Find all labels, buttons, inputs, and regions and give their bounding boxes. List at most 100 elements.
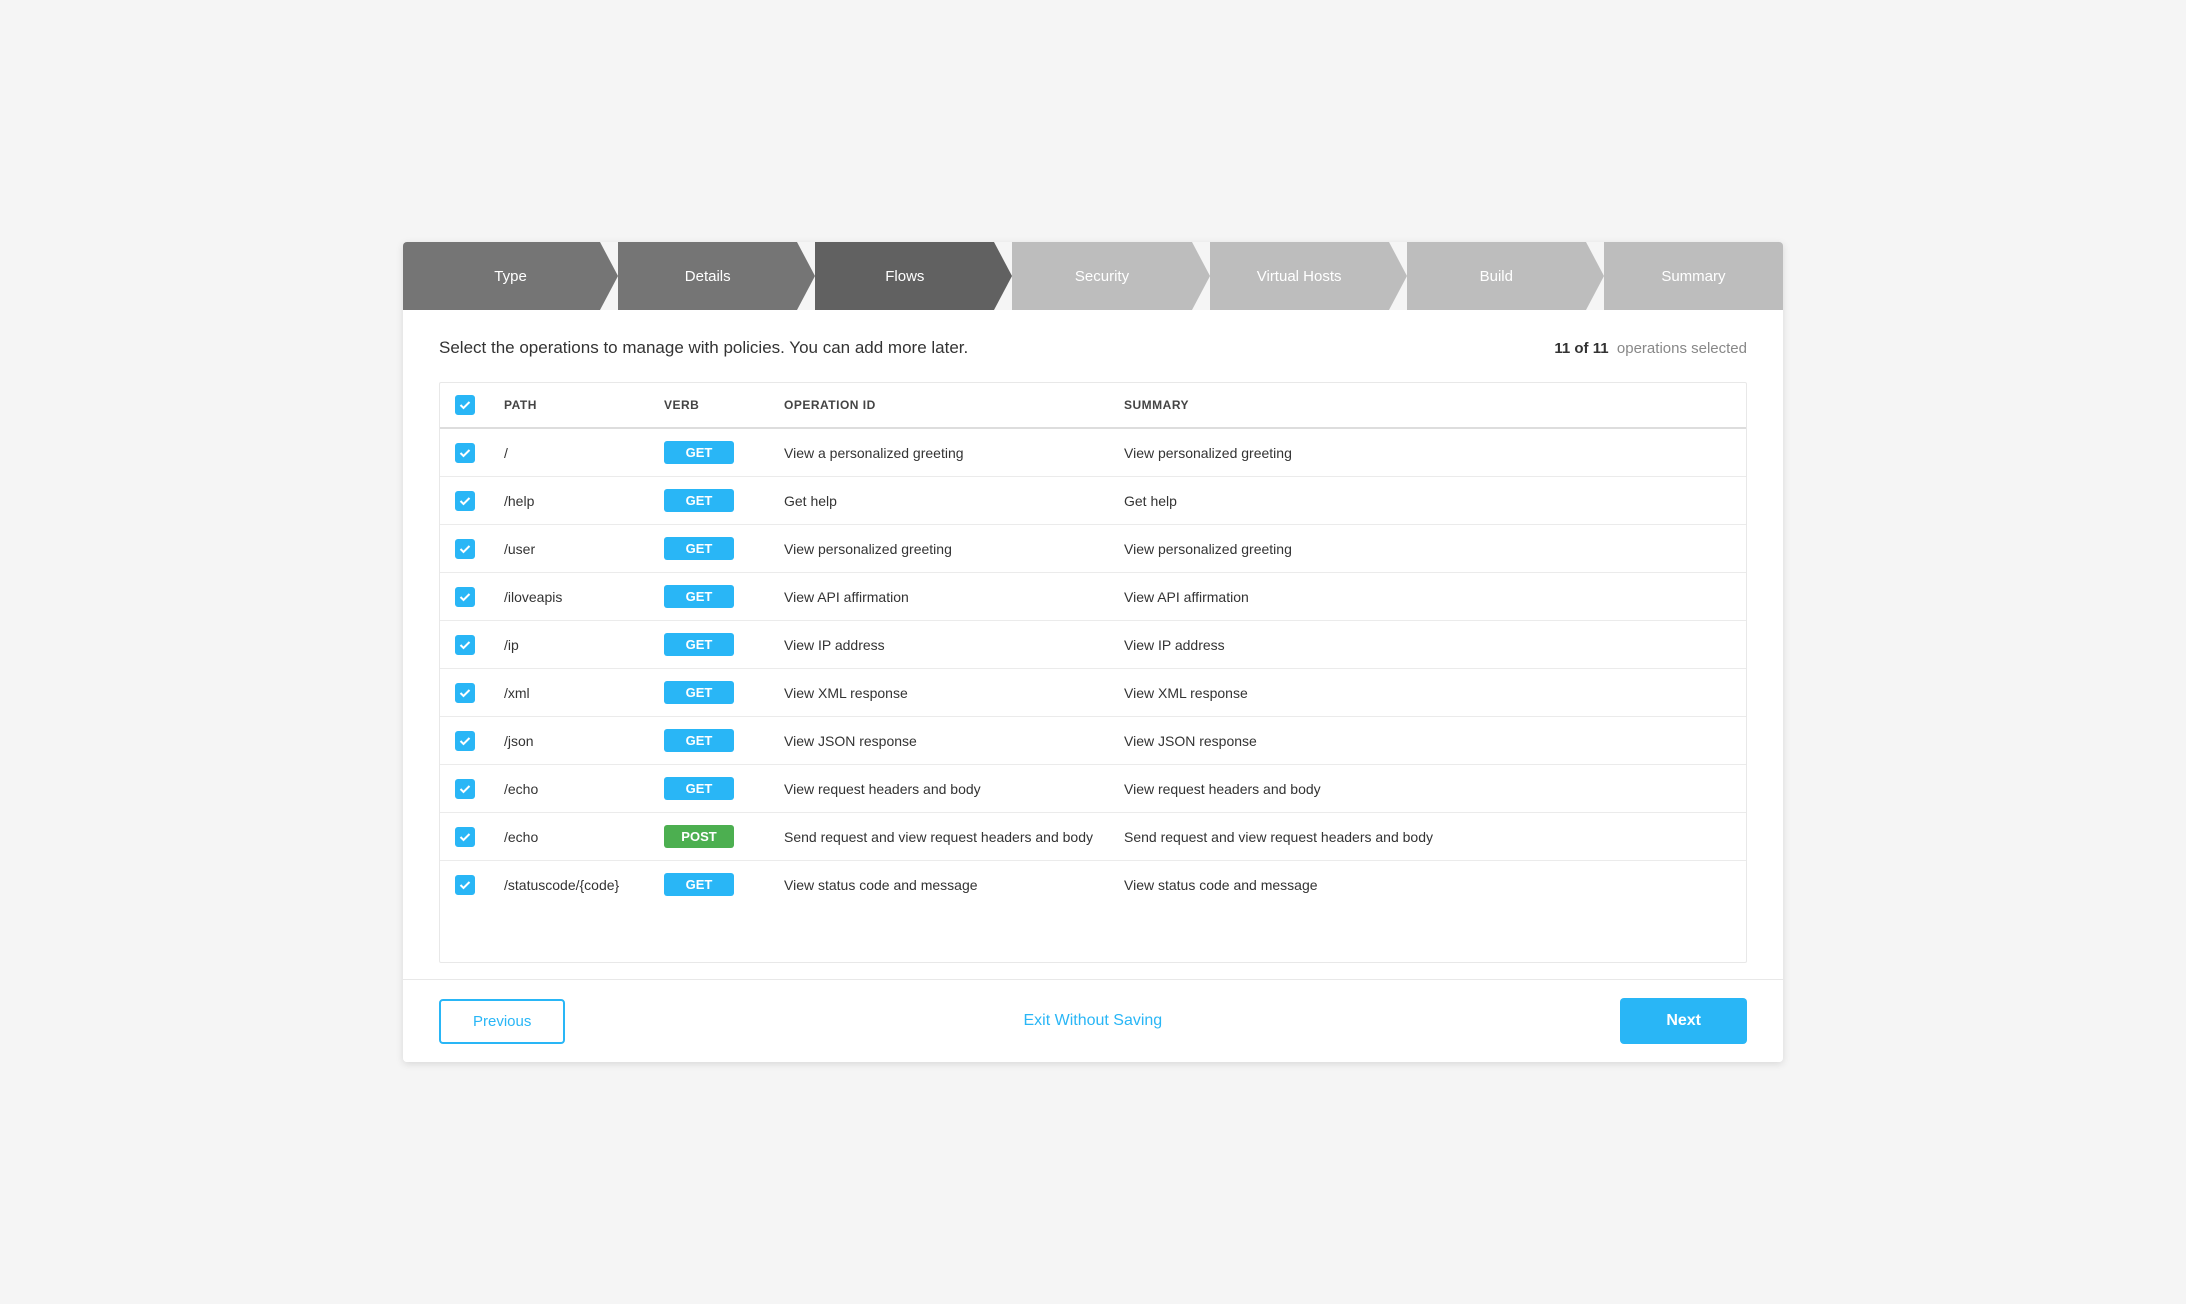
row-checkbox-cell[interactable] [440, 428, 490, 477]
row-path: /xml [490, 669, 650, 717]
row-verb: GET [650, 428, 770, 477]
operations-count: 11 of 11 operations selected [1554, 340, 1747, 357]
previous-button[interactable]: Previous [439, 999, 565, 1044]
step-security[interactable]: Security [994, 242, 1191, 310]
row-path: /ip [490, 621, 650, 669]
row-path: /echo [490, 765, 650, 813]
table-row: /statuscode/{code} GET View status code an… [440, 861, 1746, 909]
row-summary: View request headers and body [1110, 765, 1746, 813]
table-row: /echoPOSTSend request and view request h… [440, 813, 1746, 861]
step-summary-label: Summary [1661, 268, 1725, 285]
operations-table-wrapper: PATH VERB OPERATION ID SUMMARY /GETView … [439, 382, 1747, 963]
table-row: /echoGETView request headers and bodyVie… [440, 765, 1746, 813]
row-verb: GET [650, 717, 770, 765]
row-summary: View API affirmation [1110, 573, 1746, 621]
row-path: /echo [490, 813, 650, 861]
row-verb: GET [650, 861, 770, 909]
row-checkbox[interactable] [455, 539, 475, 559]
row-verb: GET [650, 621, 770, 669]
wizard-container: Type Details Flows Security Virtual Host… [403, 242, 1783, 1062]
row-summary: Get help [1110, 477, 1746, 525]
row-summary: View personalized greeting [1110, 428, 1746, 477]
table-row: /helpGETGet helpGet help [440, 477, 1746, 525]
row-verb: POST [650, 813, 770, 861]
row-verb: GET [650, 669, 770, 717]
main-content: Select the operations to manage with pol… [403, 310, 1783, 979]
row-summary: View personalized greeting [1110, 525, 1746, 573]
row-path: /user [490, 525, 650, 573]
step-virtual-hosts-label: Virtual Hosts [1257, 268, 1342, 285]
row-checkbox-cell[interactable] [440, 669, 490, 717]
row-checkbox-cell[interactable] [440, 861, 490, 909]
row-operation-id: View JSON response [770, 717, 1110, 765]
row-summary: View status code and message [1110, 861, 1746, 909]
footer: Previous Exit Without Saving Next [403, 979, 1783, 1062]
step-virtual-hosts[interactable]: Virtual Hosts [1192, 242, 1389, 310]
table-row: /jsonGETView JSON responseView JSON resp… [440, 717, 1746, 765]
row-verb: GET [650, 573, 770, 621]
table-row: /user GET View personalized greetingView p… [440, 525, 1746, 573]
step-type[interactable]: Type [403, 242, 600, 310]
table-row: / GET View a personalized greetingView per… [440, 428, 1746, 477]
verb-badge-get: GET [664, 681, 734, 704]
select-all-checkbox[interactable] [455, 395, 475, 415]
row-path: /help [490, 477, 650, 525]
row-checkbox-cell[interactable] [440, 717, 490, 765]
th-checkbox[interactable] [440, 383, 490, 428]
step-details[interactable]: Details [600, 242, 797, 310]
step-security-label: Security [1075, 268, 1129, 285]
row-checkbox[interactable] [455, 827, 475, 847]
row-operation-id: View a personalized greeting [770, 428, 1110, 477]
row-path: / [490, 428, 650, 477]
row-checkbox[interactable] [455, 779, 475, 799]
verb-badge-get: GET [664, 441, 734, 464]
row-checkbox-cell[interactable] [440, 477, 490, 525]
row-operation-id: Send request and view request headers an… [770, 813, 1110, 861]
row-checkbox-cell[interactable] [440, 813, 490, 861]
row-operation-id: View API affirmation [770, 573, 1110, 621]
step-details-label: Details [685, 268, 731, 285]
step-build[interactable]: Build [1389, 242, 1586, 310]
verb-badge-get: GET [664, 729, 734, 752]
table-row: /iloveapisGETView API affirmationView AP… [440, 573, 1746, 621]
table-header-row: PATH VERB OPERATION ID SUMMARY [440, 383, 1746, 428]
row-checkbox[interactable] [455, 635, 475, 655]
table-row: /xmlGETView XML responseView XML respons… [440, 669, 1746, 717]
row-checkbox[interactable] [455, 587, 475, 607]
row-operation-id: View request headers and body [770, 765, 1110, 813]
row-checkbox[interactable] [455, 491, 475, 511]
table-body: /GETView a personalized greetingView per… [440, 428, 1746, 908]
row-checkbox-cell[interactable] [440, 573, 490, 621]
th-summary: SUMMARY [1110, 383, 1746, 428]
row-checkbox-cell[interactable] [440, 525, 490, 573]
step-bar: Type Details Flows Security Virtual Host… [403, 242, 1783, 310]
table-header: PATH VERB OPERATION ID SUMMARY [440, 383, 1746, 428]
row-path: /iloveapis [490, 573, 650, 621]
row-summary: View XML response [1110, 669, 1746, 717]
verb-badge-get: GET [664, 537, 734, 560]
row-checkbox-cell[interactable] [440, 765, 490, 813]
row-path: /statuscode/{code} [490, 861, 650, 909]
content-description: Select the operations to manage with pol… [439, 338, 968, 358]
step-flows[interactable]: Flows [797, 242, 994, 310]
operations-table: PATH VERB OPERATION ID SUMMARY /GETView … [440, 383, 1746, 908]
row-verb: GET [650, 477, 770, 525]
th-verb: VERB [650, 383, 770, 428]
table-row: /ipGETView IP addressView IP address [440, 621, 1746, 669]
step-summary[interactable]: Summary [1586, 242, 1783, 310]
count-value: 11 of 11 [1554, 340, 1608, 357]
row-operation-id: View personalized greeting [770, 525, 1110, 573]
verb-badge-get: GET [664, 873, 734, 896]
th-operation-id: OPERATION ID [770, 383, 1110, 428]
step-flows-label: Flows [885, 268, 924, 285]
exit-without-saving-button[interactable]: Exit Without Saving [1023, 1012, 1162, 1030]
row-checkbox-cell[interactable] [440, 621, 490, 669]
th-path: PATH [490, 383, 650, 428]
row-checkbox[interactable] [455, 443, 475, 463]
row-checkbox[interactable] [455, 875, 475, 895]
next-button[interactable]: Next [1620, 998, 1747, 1044]
row-checkbox[interactable] [455, 683, 475, 703]
row-operation-id: View status code and message [770, 861, 1110, 909]
row-checkbox[interactable] [455, 731, 475, 751]
count-label: operations selected [1617, 340, 1747, 357]
